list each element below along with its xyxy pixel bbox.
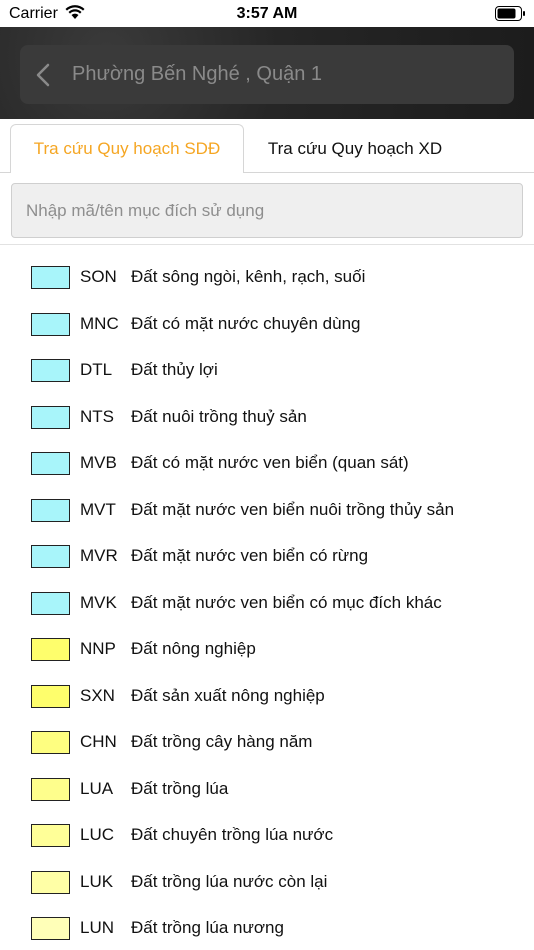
color-swatch	[31, 312, 70, 336]
color-swatch	[31, 638, 70, 661]
list-item[interactable]: NNP Đất nông nghiệp	[0, 626, 534, 672]
list-item[interactable]: LUA Đất trồng lúa	[0, 766, 534, 812]
land-use-code: MVT	[80, 499, 116, 519]
list-item[interactable]: SON Đất sông ngòi, kênh, rạch, suối	[0, 254, 534, 300]
land-use-code: LUC	[80, 825, 115, 844]
color-swatch	[31, 824, 70, 847]
location-title: Phường Bến Nghé , Quận 1	[72, 63, 322, 85]
land-use-name: Đất chuyên trồng lúa nước	[131, 825, 334, 844]
divider	[0, 244, 534, 245]
land-use-name: Đất trồng lúa nước còn lại	[131, 871, 328, 891]
land-use-name: Đất mặt nước ven biển có rừng	[131, 546, 369, 565]
land-use-name: Đất trồng lúa	[131, 778, 229, 798]
clock: 3:57 AM	[236, 5, 298, 22]
list-item[interactable]: LUN Đất trồng lúa nương	[0, 905, 534, 950]
color-swatch	[31, 684, 70, 708]
header: Phường Bến Nghé , Quận 1	[0, 27, 534, 119]
color-swatch	[31, 266, 70, 289]
land-use-code: LUA	[80, 778, 114, 798]
land-use-name: Đất sản xuất nông nghiệp	[131, 685, 325, 705]
land-use-name: Đất thủy lợi	[131, 360, 218, 379]
color-swatch	[31, 591, 70, 615]
land-use-name: Đất có mặt nước chuyên dùng	[131, 313, 361, 333]
tab-landuse-planning[interactable]: Tra cứu Quy hoạch SDĐ	[10, 124, 244, 173]
location-bar[interactable]: Phường Bến Nghé , Quận 1	[20, 45, 514, 104]
color-swatch	[31, 731, 70, 754]
list-item[interactable]: MVK Đất mặt nước ven biển có mục đích khá…	[0, 580, 534, 626]
land-use-code: NTS	[80, 406, 114, 426]
land-use-code: SON	[80, 267, 117, 286]
land-use-code: MVR	[80, 546, 118, 565]
land-use-name: Đất trồng lúa nương	[131, 918, 284, 937]
color-swatch	[31, 917, 70, 940]
land-use-code: MNC	[80, 313, 119, 333]
tab-underline-right	[244, 172, 534, 173]
status-bar: Carrier 3:57 AM	[0, 0, 534, 27]
search-placeholder: Nhập mã/tên mục đích sử dụng	[26, 201, 265, 220]
chevron-left-icon[interactable]	[36, 63, 50, 87]
land-use-code: MVB	[80, 453, 117, 472]
land-use-name: Đất mặt nước ven biển có mục đích khác	[131, 592, 442, 612]
color-swatch	[31, 452, 70, 475]
land-use-name: Đất có mặt nước ven biển (quan sát)	[131, 453, 409, 472]
list-item[interactable]: MVR Đất mặt nước ven biển có rừng	[0, 533, 534, 579]
list-item[interactable]: MNC Đất có mặt nước chuyên dùng	[0, 301, 534, 347]
list-item[interactable]: SXN Đất sản xuất nông nghiệp	[0, 673, 534, 719]
land-use-name: Đất nuôi trồng thuỷ sản	[131, 406, 307, 426]
list-item[interactable]: MVT Đất mặt nước ven biển nuôi trồng thủy…	[0, 487, 534, 533]
list-item[interactable]: LUK Đất trồng lúa nước còn lại	[0, 859, 534, 905]
battery-icon	[495, 6, 525, 21]
color-swatch	[31, 777, 70, 801]
land-use-name: Đất mặt nước ven biển nuôi trồng thủy sả…	[131, 499, 455, 519]
land-use-name: Đất nông nghiệp	[131, 639, 256, 658]
land-use-code: SXN	[80, 685, 115, 705]
tab-bar: Tra cứu Quy hoạch SDĐ Tra cứu Quy hoạch …	[0, 119, 534, 173]
list-item[interactable]: CHN Đất trồng cây hàng năm	[0, 719, 534, 765]
color-swatch	[31, 545, 70, 568]
color-swatch	[31, 870, 70, 894]
land-use-code: LUN	[80, 918, 115, 937]
color-swatch	[31, 359, 70, 382]
land-use-code: NNP	[80, 639, 116, 658]
list-item[interactable]: DTL Đất thủy lợi	[0, 347, 534, 393]
list-item[interactable]: NTS Đất nuôi trồng thuỷ sản	[0, 394, 534, 440]
land-use-name: Đất trồng cây hàng năm	[131, 732, 313, 751]
land-use-code: CHN	[80, 732, 117, 751]
land-use-code: MVK	[80, 592, 117, 612]
tab-underline-left	[0, 172, 10, 173]
list-item[interactable]: MVB Đất có mặt nước ven biển (quan sát)	[0, 440, 534, 486]
land-use-name: Đất sông ngòi, kênh, rạch, suối	[131, 267, 366, 286]
list-item[interactable]: LUC Đất chuyên trồng lúa nước	[0, 812, 534, 858]
color-swatch	[31, 405, 70, 429]
land-use-code: LUK	[80, 871, 114, 891]
color-swatch	[31, 498, 70, 522]
purpose-search-input[interactable]: Nhập mã/tên mục đích sử dụng	[11, 183, 523, 238]
tab-construction-planning[interactable]: Tra cứu Quy hoạch XD	[244, 124, 466, 173]
land-use-code: DTL	[80, 360, 113, 379]
